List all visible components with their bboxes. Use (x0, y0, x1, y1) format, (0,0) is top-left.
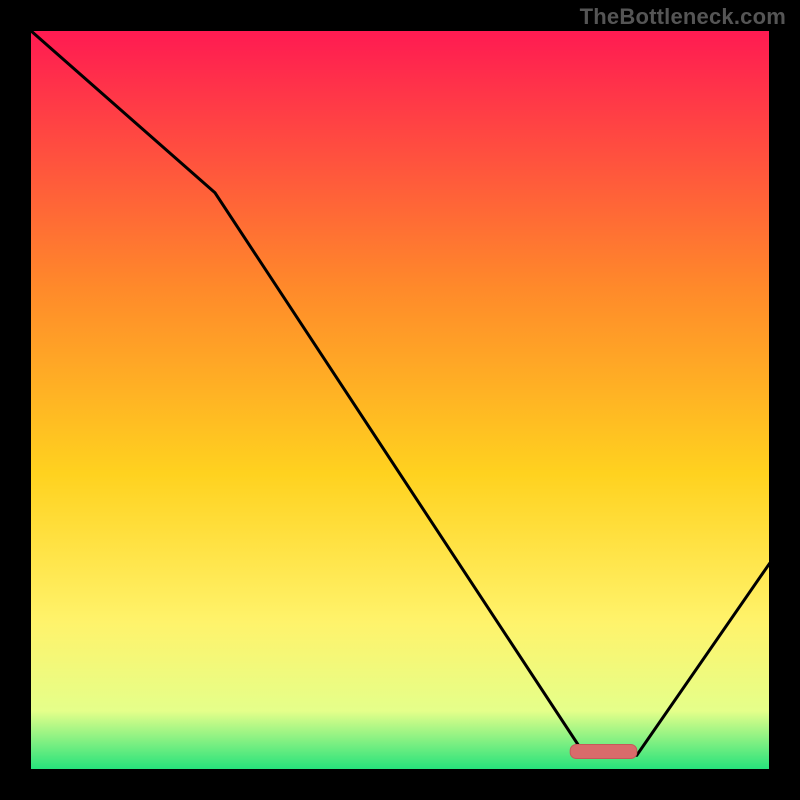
bottleneck-chart (0, 0, 800, 800)
chart-plot-area (30, 30, 770, 770)
chart-marker (570, 745, 637, 759)
watermark-text: TheBottleneck.com (580, 4, 786, 30)
